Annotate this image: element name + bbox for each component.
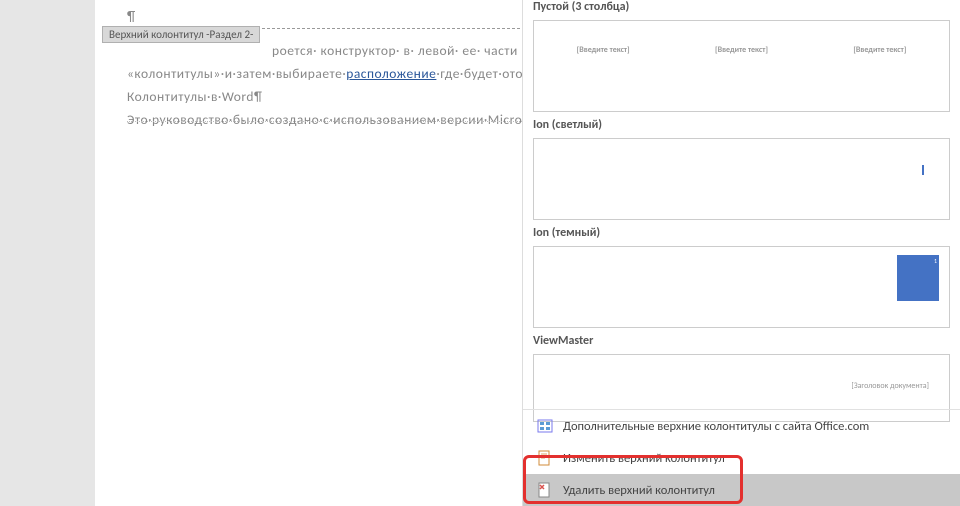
placeholder-text: [Заголовок документа] [851,381,929,391]
gallery-item-label: Пустой (3 столбца) [533,0,950,20]
office-online-icon [537,418,553,434]
menu-remove-header[interactable]: Удалить верхний колонтитул [523,474,960,506]
gallery-item-ion-light[interactable]: Ion (светлый) [523,118,960,224]
gallery-preview [533,138,950,220]
gallery-preview: 1 [533,246,950,328]
gallery-item-label: ViewMaster [533,334,950,354]
pilcrow-mark: ¶ [127,8,135,25]
menu-label: Удалить верхний колонтитул [563,483,715,498]
menu-label: Изменить верхний колонтитул [563,451,725,466]
placeholder-text: [Введите текст] [853,45,906,55]
gallery-item-label: Ion (темный) [533,226,950,246]
gallery-item-empty-3col[interactable]: Пустой (3 столбца) [Введите текст] [Введ… [523,0,960,116]
placeholder-text: [Введите текст] [577,45,630,55]
location-link[interactable]: расположение [346,65,436,82]
document-delete-icon [537,482,553,498]
header-section-tag: Верхний колонтитул -Раздел 2- [102,26,260,43]
menu-edit-header[interactable]: Изменить верхний колонтитул [523,442,960,474]
document-edit-icon [537,450,553,466]
placeholder-text: [Введите текст] [715,45,768,55]
gallery-item-label: Ion (светлый) [533,118,950,138]
menu-more-online[interactable]: Дополнительные верхние колонтитулы с сай… [523,410,960,442]
header-gallery-panel: Пустой (3 столбца) [Введите текст] [Введ… [522,0,960,506]
gallery-preview: [Введите текст] [Введите текст] [Введите… [533,20,950,112]
gallery-item-ion-dark[interactable]: Ion (темный) 1 [523,226,960,332]
menu-label: Дополнительные верхние колонтитулы с сай… [563,419,869,434]
gallery-menu-options: Дополнительные верхние колонтитулы с сай… [523,409,960,506]
